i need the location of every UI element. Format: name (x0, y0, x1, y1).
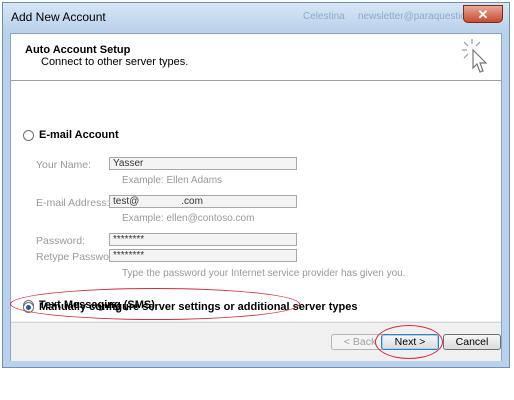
password-label: Password: (36, 235, 86, 247)
email-suffix: .com (181, 196, 203, 207)
cancel-button[interactable]: Cancel (443, 334, 501, 350)
next-button[interactable]: Next > (381, 334, 439, 350)
manual-config-label: Manually configure server settings or ad… (39, 301, 358, 313)
window-title: Add New Account (11, 10, 106, 24)
your-name-label: Your Name: (36, 159, 92, 171)
page-title: Auto Account Setup (25, 44, 131, 56)
wizard-header: Auto Account Setup Connect to other serv… (11, 34, 501, 81)
email-prefix: test@ (113, 196, 140, 207)
wizard-cursor-icon (462, 39, 488, 73)
wizard-body: E-mail Account Your Name: Yasser Example… (11, 81, 501, 321)
manual-config-option[interactable]: Manually configure server settings or ad… (23, 301, 358, 313)
your-name-field[interactable]: Yasser (109, 157, 297, 170)
page-subtitle: Connect to other server types. (41, 56, 189, 68)
background-window-text: newsletter@paraquestion (358, 11, 472, 22)
your-name-hint: Example: Ellen Adams (122, 175, 223, 186)
email-account-radio[interactable] (23, 129, 34, 141)
manual-config-radio[interactable] (23, 301, 34, 313)
email-address-field[interactable]: test@ .com (109, 195, 297, 208)
email-account-option[interactable]: E-mail Account (23, 129, 119, 141)
dialog-client-area: Auto Account Setup Connect to other serv… (10, 33, 502, 361)
email-account-label: E-mail Account (39, 129, 119, 141)
title-bar: Add New Account Celestina newsletter@par… (3, 3, 509, 33)
retype-password-field[interactable]: ******** (109, 249, 297, 262)
email-address-hint: Example: ellen@contoso.com (122, 213, 255, 224)
background-window-text: Celestina (303, 11, 345, 22)
add-account-window: Add New Account Celestina newsletter@par… (2, 2, 510, 368)
close-icon: ✕ (477, 7, 489, 22)
password-hint: Type the password your Internet service … (122, 268, 406, 279)
close-button[interactable]: ✕ (463, 5, 503, 23)
password-field[interactable]: ******** (109, 233, 297, 246)
email-address-label: E-mail Address: (36, 197, 110, 209)
wizard-footer: < Back Next > Cancel (11, 322, 501, 361)
